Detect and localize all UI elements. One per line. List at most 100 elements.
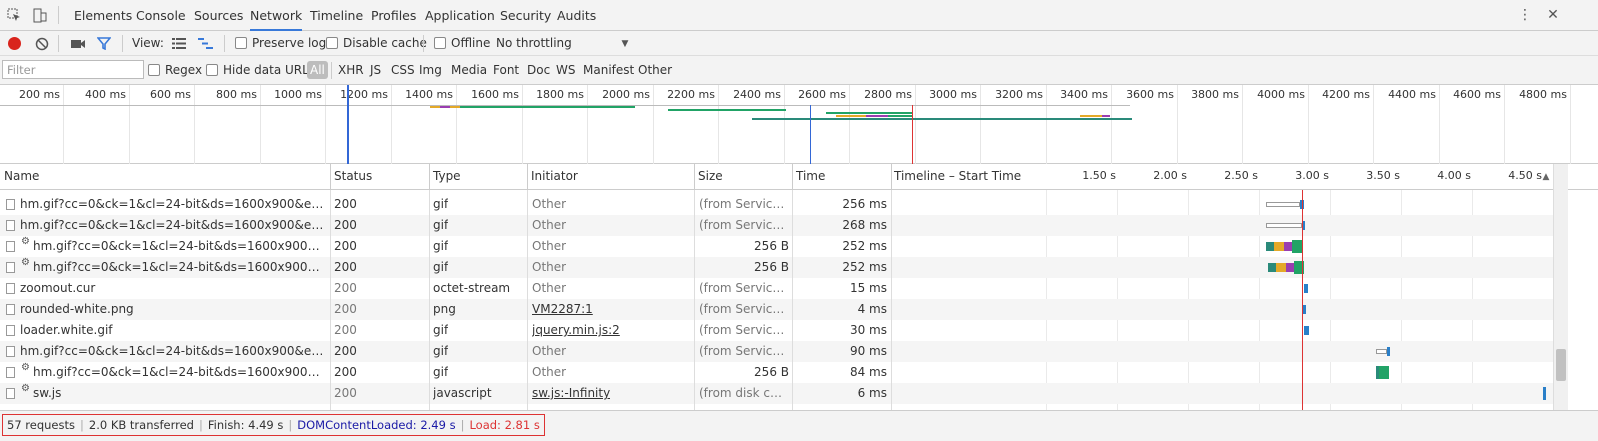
filter-type-ws[interactable]: WS	[556, 61, 575, 79]
device-toolbar-icon[interactable]	[32, 7, 48, 23]
request-initiator: Other	[532, 197, 567, 211]
column-header-initiator[interactable]: Initiator	[531, 164, 578, 190]
filter-type-font[interactable]: Font	[493, 61, 519, 79]
overview-gridline	[849, 85, 850, 164]
large-rows-icon[interactable]	[171, 36, 187, 51]
scrollbar-thumb[interactable]	[1556, 349, 1566, 381]
overview-bar	[1080, 115, 1102, 117]
preserve-log-label[interactable]: Preserve log	[252, 33, 326, 53]
filter-type-media[interactable]: Media	[451, 61, 487, 79]
throttling-select[interactable]: No throttling	[496, 33, 572, 53]
request-status: 200	[334, 386, 357, 400]
tab-console[interactable]: Console	[136, 0, 186, 31]
request-name: sw.js	[33, 386, 62, 400]
offline-checkbox[interactable]	[434, 37, 446, 49]
tab-sources[interactable]: Sources	[194, 0, 243, 31]
view-label: View:	[132, 36, 164, 50]
overview-bar	[1102, 115, 1110, 117]
request-initiator-link[interactable]: jquery.min.js:2	[532, 320, 620, 341]
table-row[interactable]: ⚙ hm.gif?cc=0&ck=1&cl=24-bit&ds=1600x900…	[0, 362, 1553, 383]
column-header-name[interactable]: Name	[4, 164, 39, 190]
request-status: 200	[334, 281, 357, 295]
filter-type-xhr[interactable]: XHR	[338, 61, 364, 79]
more-menu-icon[interactable]: ⋮	[1518, 7, 1532, 23]
filter-type-doc[interactable]: Doc	[527, 61, 550, 79]
table-row[interactable]: loader.white.gif 200 gif jquery.min.js:2…	[0, 320, 1553, 341]
overview-gridline	[914, 85, 916, 164]
hide-data-urls-label[interactable]: Hide data URLs	[223, 60, 315, 80]
column-header-time[interactable]: Time	[796, 164, 825, 190]
filter-type-css[interactable]: CSS	[391, 61, 415, 79]
capture-screenshots-icon[interactable]	[70, 36, 86, 51]
regex-checkbox[interactable]	[148, 64, 160, 76]
table-row[interactable]: ⚙ hm.gif?cc=0&ck=1&cl=24-bit&ds=1600x900…	[0, 257, 1553, 278]
regex-label[interactable]: Regex	[165, 60, 202, 80]
inspect-element-icon[interactable]	[6, 7, 22, 23]
request-name: zoomout.cur	[20, 281, 96, 295]
waterfall-bar	[1387, 347, 1390, 356]
overview-window-handle[interactable]	[810, 105, 811, 164]
tab-security[interactable]: Security	[500, 0, 551, 31]
waterfall-bar	[1284, 242, 1292, 251]
requests-scrollbar[interactable]	[1553, 164, 1568, 410]
close-icon[interactable]: ✕	[1546, 7, 1560, 23]
overview-gridline	[1373, 85, 1374, 164]
filter-type-other[interactable]: Other	[638, 61, 672, 79]
request-initiator: Other	[532, 281, 567, 295]
waterfall-bar	[1266, 242, 1274, 251]
table-row[interactable]: ⚙ sw.js 200 javascript sw.js:-Infinity (…	[0, 383, 1553, 404]
table-row[interactable]: zoomout.cur 200 octet-stream Other (from…	[0, 278, 1553, 299]
network-status-bar: 57 requests | 2.0 KB transferred | Finis…	[0, 410, 1598, 441]
table-row[interactable]: ⚙ hm.gif?cc=0&ck=1&cl=24-bit&ds=1600x900…	[0, 236, 1553, 257]
disable-cache-label[interactable]: Disable cache	[343, 33, 427, 53]
overview-gridline	[1045, 85, 1047, 164]
filter-type-js[interactable]: JS	[370, 61, 381, 79]
request-initiator: Other	[532, 365, 567, 379]
disable-cache-checkbox[interactable]	[326, 37, 338, 49]
column-header-timeline[interactable]: Timeline – Start Time	[894, 164, 1021, 190]
offline-label[interactable]: Offline	[451, 33, 490, 53]
tab-profiles[interactable]: Profiles	[371, 0, 416, 31]
table-row[interactable]: hm.gif?cc=0&ck=1&cl=24-bit&ds=1600x900&e…	[0, 341, 1553, 362]
hide-data-urls-checkbox[interactable]	[206, 64, 218, 76]
table-row[interactable]: hm.gif?cc=0&ck=1&cl=24-bit&ds=1600x900&e…	[0, 215, 1553, 236]
column-header-type[interactable]: Type	[433, 164, 461, 190]
preserve-log-checkbox[interactable]	[235, 37, 247, 49]
file-icon	[6, 346, 15, 357]
request-name: rounded-white.png	[20, 302, 134, 316]
request-initiator-link[interactable]: VM2287:1	[532, 299, 593, 320]
tab-application[interactable]: Application	[425, 0, 495, 31]
request-initiator-link[interactable]: sw.js:-Infinity	[532, 383, 610, 404]
waterfall-bar	[1266, 223, 1302, 228]
column-header-size[interactable]: Size	[698, 164, 723, 190]
filter-type-img[interactable]: Img	[419, 61, 442, 79]
request-time: 90 ms	[849, 344, 887, 358]
table-row[interactable]: rounded-white.png 200 png VM2287:1 (from…	[0, 299, 1553, 320]
column-header-status[interactable]: Status	[334, 164, 372, 190]
record-button[interactable]	[8, 37, 21, 50]
timeline-overview[interactable]: 200 ms 400 ms 600 ms 800 ms 1000 ms 1200…	[0, 85, 1598, 164]
filter-type-manifest[interactable]: Manifest	[583, 61, 634, 79]
tab-audits[interactable]: Audits	[557, 0, 596, 31]
request-name: hm.gif?cc=0&ck=1&cl=24-bit&ds=1600x900&e…	[20, 344, 326, 358]
request-type: gif	[433, 218, 449, 232]
summary-box: 57 requests | 2.0 KB transferred | Finis…	[2, 414, 545, 436]
chevron-down-icon[interactable]: ▼	[619, 36, 631, 51]
overview-tick: 600 ms	[150, 88, 191, 101]
waterfall-bar	[1268, 263, 1276, 272]
tab-timeline[interactable]: Timeline	[310, 0, 363, 31]
requests-table-header: Name Status Type Initiator Size Time Tim…	[0, 164, 1598, 190]
overview-tick: 3200 ms	[995, 88, 1043, 101]
tab-elements[interactable]: Elements	[74, 0, 132, 31]
clear-icon[interactable]	[34, 36, 49, 51]
sort-ascending-icon[interactable]: ▲	[1541, 171, 1551, 183]
overview-tick: 3800 ms	[1191, 88, 1239, 101]
overview-waterfall-icon[interactable]	[197, 36, 213, 51]
filter-icon[interactable]	[96, 36, 112, 51]
table-row[interactable]: hm.gif?cc=0&ck=1&cl=24-bit&ds=1600x900&e…	[0, 194, 1553, 215]
tab-network[interactable]: Network	[250, 0, 303, 31]
filter-input[interactable]	[2, 60, 144, 79]
request-type: octet-stream	[433, 281, 511, 295]
filter-type-all[interactable]: All	[307, 61, 328, 79]
waterfall-bar	[1276, 263, 1286, 272]
